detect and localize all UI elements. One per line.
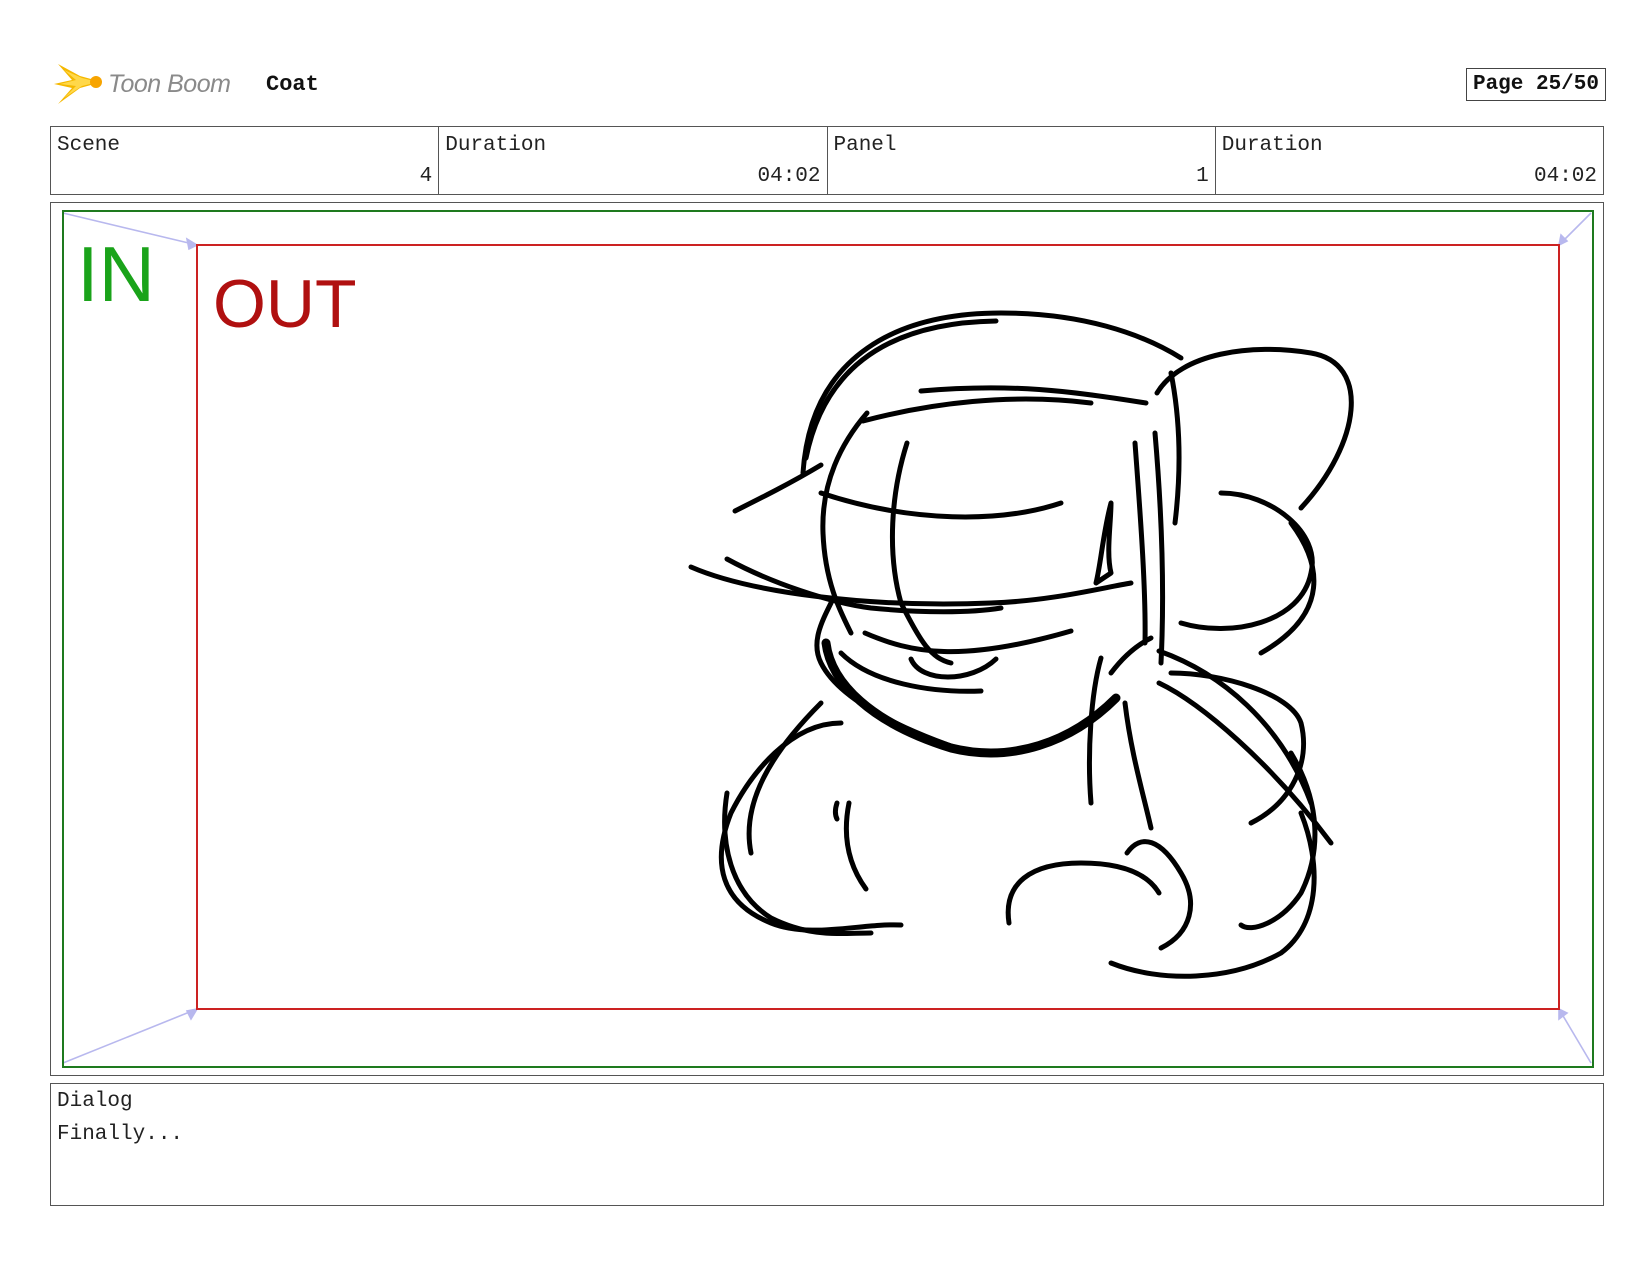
scene-label: Scene: [57, 134, 121, 157]
page-header: Toon Boom Coat Page 25/50: [50, 58, 1606, 110]
in-label: IN: [77, 230, 155, 318]
toon-boom-logo: Toon Boom: [50, 58, 250, 110]
character-sketch: [688, 310, 1354, 979]
panel-cell: Panel 1: [828, 127, 1216, 194]
scene-cell: Scene 4: [51, 127, 440, 194]
project-title: Coat: [266, 72, 319, 97]
storyboard-panel: IN OUT: [50, 202, 1604, 1076]
dialog-box: Dialog Finally...: [50, 1083, 1604, 1206]
panel-label: Panel: [833, 134, 897, 157]
panel-drawing: IN OUT: [62, 210, 1594, 1068]
dialog-label: Dialog: [57, 1090, 133, 1113]
panel-value: 1: [1196, 165, 1209, 188]
panel-duration-label: Duration: [1221, 134, 1323, 157]
scene-duration-value: 04:02: [757, 165, 821, 188]
panel-duration-cell: Duration 04:02: [1216, 127, 1603, 194]
page-indicator: Page 25/50: [1465, 68, 1606, 101]
scene-duration-label: Duration: [445, 134, 547, 157]
scene-value: 4: [419, 165, 433, 188]
panel-duration-value: 04:02: [1533, 165, 1597, 188]
scene-duration-cell: Duration 04:02: [439, 127, 828, 194]
starburst-icon: [54, 64, 102, 104]
logo-text: Toon Boom: [108, 70, 231, 98]
info-row: Scene 4 Duration 04:02 Panel 1 Duration …: [50, 126, 1604, 195]
camera-out-frame: [196, 244, 1560, 1010]
dialog-text: Finally...: [57, 1123, 184, 1146]
out-label: OUT: [213, 266, 357, 342]
